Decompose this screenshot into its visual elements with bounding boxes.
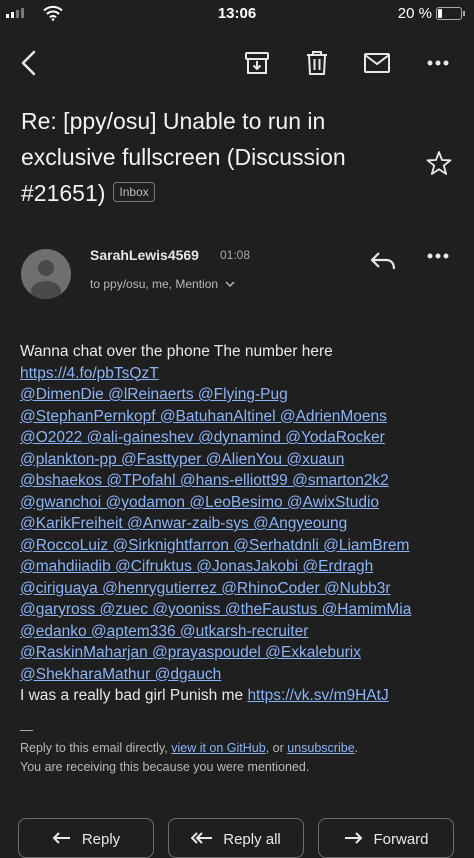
subject-line: #21651) Inbox [21,175,411,211]
mention-line[interactable]: @edanko @aptem336 @utkarsh-recruiter [20,623,308,640]
recipients-toggle[interactable]: to ppy/osu, me, Mention [90,277,235,291]
forward-label: Forward [373,831,429,848]
reply-label: Reply [81,831,121,848]
mention-line[interactable]: @ciriguaya @henrygutierrez @RhinoCoder @… [20,580,391,597]
signature-separator: — [20,722,33,737]
footer-text: You are receiving this because you were … [20,760,310,774]
body-text: Wanna chat over the phone The number her… [20,343,333,360]
mail-icon[interactable] [362,48,392,78]
forward-button[interactable]: Forward [318,818,454,858]
toolbar [0,40,474,84]
forward-icon [345,832,363,844]
action-bar: Reply Reply all Forward [0,818,474,858]
email-time: 01:08 [220,248,251,262]
reply-all-label: Reply all [223,831,281,848]
reply-all-icon [191,832,213,844]
person-icon [31,260,61,299]
battery-icon [436,7,465,20]
mention-line[interactable]: @plankton-pp @Fasttyper @AlienYou @xuaun [20,451,344,468]
mention-line[interactable]: @RoccoLuiz @Sirknightfarron @Serhatdnli … [20,537,409,554]
archive-icon[interactable] [242,48,272,78]
sender-name: SarahLewis4569 [90,247,199,263]
status-bar: 13:06 20 % [0,0,474,28]
phone-link[interactable]: https://4.fo/pbTsQzT [20,365,159,382]
reply-icon[interactable] [369,250,397,272]
github-link[interactable]: view it on GitHub [171,741,265,755]
closing-text: I was a really bad girl Punish me [20,687,248,704]
mention-line[interactable]: @RaskinMaharjan @prayaspoudel @Exkalebur… [20,644,361,661]
mention-line[interactable]: @garyross @zuec @yooniss @theFaustus @Ha… [20,601,411,618]
mention-line[interactable]: @ShekharaMathur @dgauch [20,666,221,683]
mention-line[interactable]: @gwanchoi @yodamon @LeoBesimo @AwixStudi… [20,494,379,511]
more-horiz-icon[interactable] [423,48,453,78]
footer-text: . [354,741,359,755]
arrow-back-icon[interactable] [14,48,44,78]
email-body: Wanna chat over the phone The number her… [20,341,460,707]
star-icon[interactable] [426,150,452,176]
reply-all-button[interactable]: Reply all [168,818,304,858]
avatar[interactable] [21,249,71,299]
mention-line[interactable]: @O2022 @ali-gaineshev @dynamind @YodaRoc… [20,429,385,446]
reply-button[interactable]: Reply [18,818,154,858]
closing-link[interactable]: https://vk.sv/m9HAtJ [247,687,388,704]
email-footer: Reply to this email directly, view it on… [20,739,460,777]
recipients-text: to ppy/osu, me, Mention [90,277,219,291]
chevron-down-icon [225,281,235,288]
mention-line[interactable]: @mahdiiadib @Cifruktus @JonasJakobi @Erd… [20,558,373,575]
mention-line[interactable]: @KarikFreiheit @Anwar-zaib-sys @Angyeoun… [20,515,347,532]
footer-text: , or [265,741,288,755]
subject-line: exclusive fullscreen (Discussion [21,144,346,170]
mention-line[interactable]: @StephanPernkopf @BatuhanAltinel @Adrien… [20,408,387,425]
trash-icon[interactable] [302,48,332,78]
footer-text: Reply to this email directly, [20,741,172,755]
subject-line: Re: [ppy/osu] Unable to run in [21,108,326,134]
mention-line[interactable]: @bshaekos @TPofahl @hans-elliott99 @smar… [20,472,389,489]
inbox-label-badge[interactable]: Inbox [113,181,155,202]
battery-percentage: 20 % [397,5,432,22]
mention-line[interactable]: @DimenDie @lReinaerts @Flying-Pug [20,386,288,403]
reply-icon [52,832,70,844]
unsubscribe-link[interactable]: unsubscribe [287,741,354,755]
more-options-icon[interactable] [426,252,450,260]
email-subject: Re: [ppy/osu] Unable to run in exclusive… [21,103,411,211]
